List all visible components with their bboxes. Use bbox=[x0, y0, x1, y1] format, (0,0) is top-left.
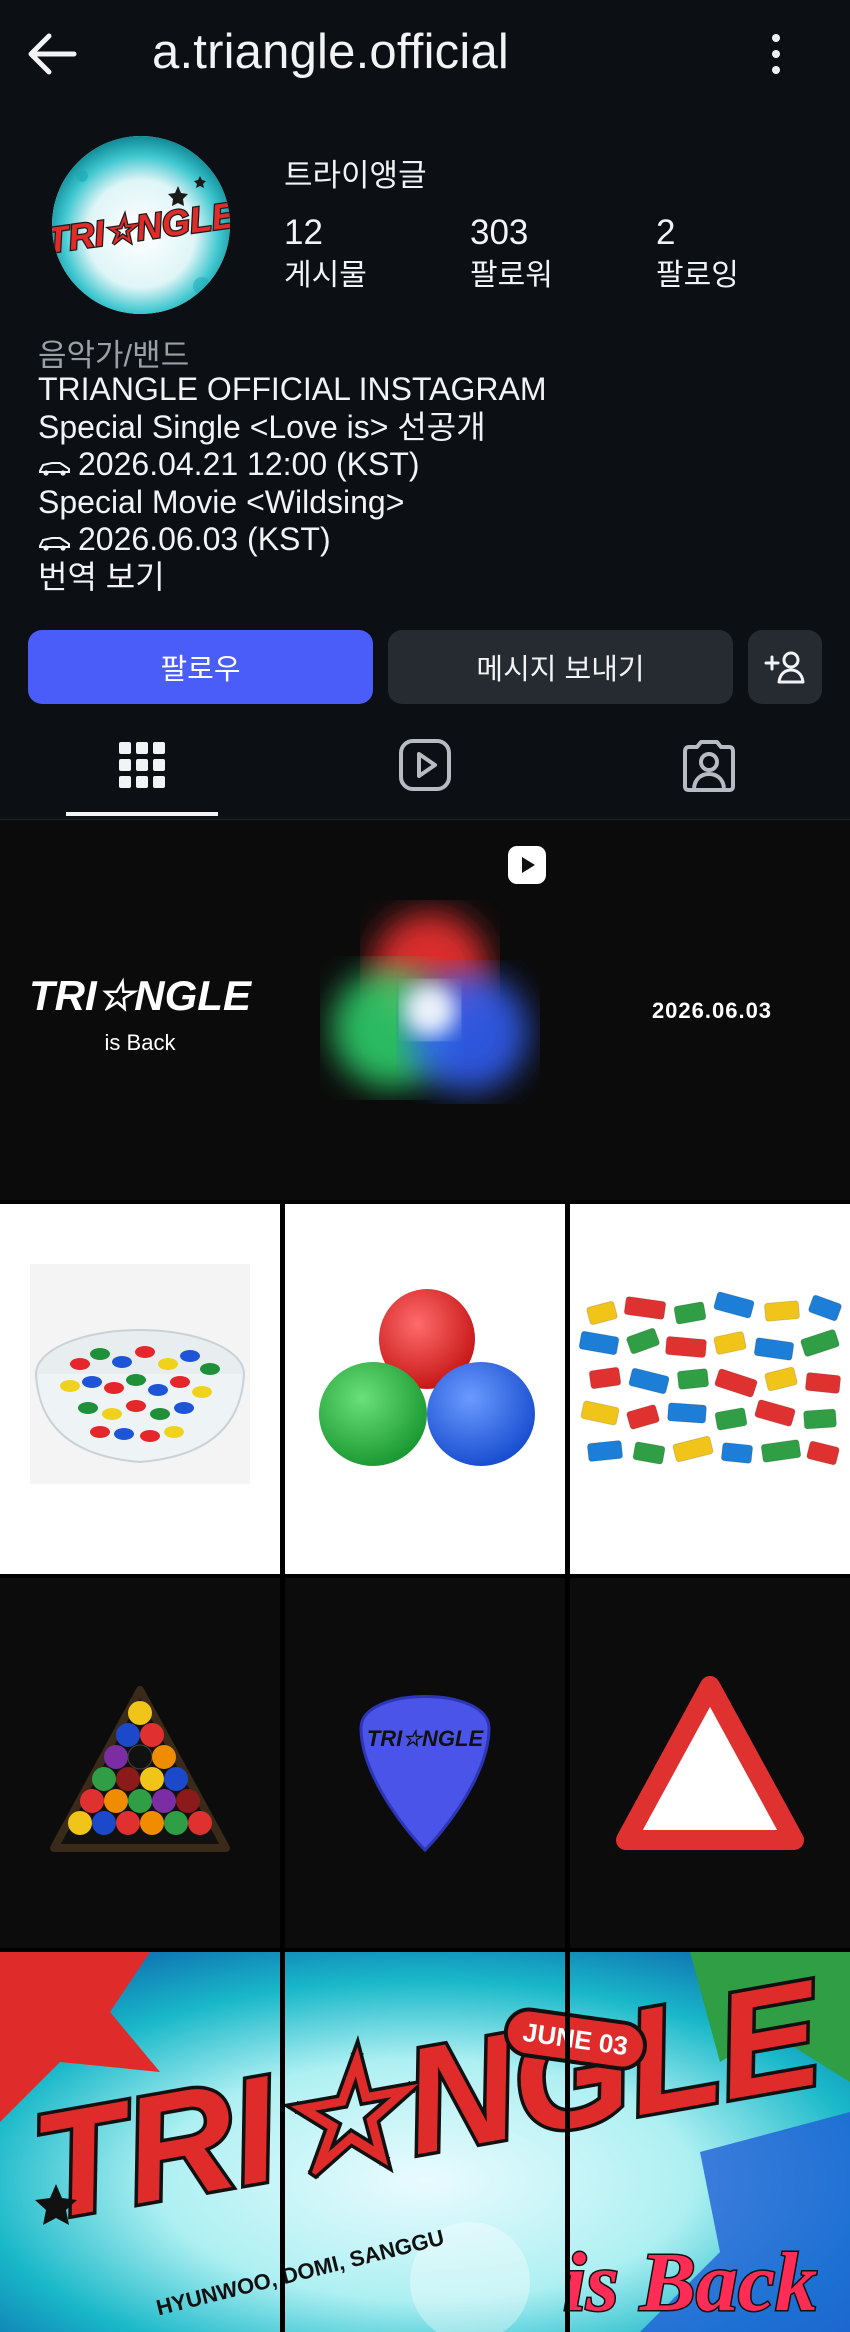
grid-gutter bbox=[280, 1204, 285, 2332]
jellybean-bowl-image bbox=[30, 1264, 250, 1484]
bio-date-2: 2026.06.03 (KST) bbox=[78, 521, 331, 557]
translate-link[interactable]: 번역 보기 bbox=[38, 559, 547, 597]
tagged-person-icon bbox=[683, 740, 735, 792]
bio-line-with-car: 2026.06.03 (KST) bbox=[38, 521, 547, 559]
post-tile-jellybeans[interactable] bbox=[0, 1204, 280, 1574]
following-count: 2 bbox=[656, 213, 676, 252]
back-button[interactable] bbox=[22, 26, 82, 82]
posts-count-label: 게시물 bbox=[284, 259, 367, 292]
row1-logo-text: TRI☆NGLE bbox=[29, 972, 253, 1019]
followers-count-label: 팔로워 bbox=[470, 259, 553, 292]
grid-gutter bbox=[565, 1204, 570, 2332]
row1-artwork: TRI☆NGLE is Back 2026.06.03 bbox=[29, 912, 772, 1092]
rgb-balloons-image bbox=[319, 1289, 535, 1466]
car-icon bbox=[39, 461, 70, 476]
tab-tagged[interactable] bbox=[674, 730, 744, 800]
arrow-left-icon bbox=[28, 33, 77, 75]
bio-date-1: 2026.04.21 12:00 (KST) bbox=[78, 446, 420, 482]
profile-display-name: 트라이앵글 bbox=[284, 158, 427, 193]
post-tile-banner[interactable]: TRI☆NGLE JUNE 03 is Back HYUNWOO, DOMI, … bbox=[0, 1952, 850, 2332]
row1-logo-sub: is Back bbox=[105, 1030, 177, 1055]
post-tile-blocks[interactable] bbox=[570, 1204, 850, 1574]
guitar-pick-image: TRI☆NGLE bbox=[359, 1695, 491, 1853]
following-count-stat[interactable]: 2 팔로잉 bbox=[656, 212, 739, 296]
car-icon bbox=[39, 536, 70, 551]
post-tile-warning-triangle[interactable] bbox=[570, 1578, 850, 1948]
add-person-icon bbox=[764, 651, 805, 684]
warning-triangle-image bbox=[616, 1676, 804, 1850]
followers-count: 303 bbox=[470, 213, 529, 252]
profile-category: 음악가/밴드 bbox=[38, 338, 190, 373]
avatar-logo: TRI☆NGLE bbox=[52, 136, 230, 314]
message-button[interactable]: 메시지 보내기 bbox=[388, 630, 733, 704]
bio-line-with-car: 2026.04.21 12:00 (KST) bbox=[38, 446, 547, 484]
pick-logo-text: TRI☆NGLE bbox=[367, 1726, 485, 1751]
profile-username: a.triangle.official bbox=[152, 25, 509, 79]
bio-line: Special Movie <Wildsing> bbox=[38, 483, 405, 520]
post-tile-guitar-pick[interactable]: TRI☆NGLE bbox=[285, 1578, 565, 1948]
billiard-balls-image bbox=[50, 1686, 230, 1852]
follow-button[interactable]: 팔로우 bbox=[28, 630, 373, 704]
more-options-button[interactable] bbox=[752, 28, 800, 80]
bio-line: TRIANGLE OFFICIAL INSTAGRAM bbox=[38, 371, 547, 407]
suggest-people-button[interactable] bbox=[748, 630, 822, 704]
bio-line: Special Single <Love is> 선공개 bbox=[38, 408, 486, 445]
reel-play-icon bbox=[508, 846, 546, 884]
grid-icon bbox=[119, 742, 165, 788]
active-tab-indicator bbox=[66, 812, 218, 816]
tri-angle-is-back-banner: TRI☆NGLE JUNE 03 is Back HYUNWOO, DOMI, … bbox=[0, 1952, 850, 2332]
posts-count: 12 bbox=[284, 213, 323, 252]
following-count-label: 팔로잉 bbox=[656, 259, 739, 292]
post-tile-billiards[interactable] bbox=[0, 1578, 280, 1948]
profile-tabs bbox=[0, 720, 850, 820]
tab-posts[interactable] bbox=[107, 730, 177, 800]
more-vertical-icon bbox=[772, 34, 780, 74]
row1-date-text: 2026.06.03 bbox=[652, 998, 772, 1023]
profile-bio: TRIANGLE OFFICIAL INSTAGRAM Special Sing… bbox=[38, 371, 547, 596]
tab-reels[interactable] bbox=[390, 730, 460, 800]
top-bar: a.triangle.official bbox=[0, 0, 850, 110]
profile-avatar[interactable]: TRI☆NGLE bbox=[52, 136, 230, 314]
post-tile-balloons[interactable] bbox=[285, 1204, 565, 1574]
post-tile-row1[interactable]: TRI☆NGLE is Back 2026.06.03 bbox=[0, 820, 850, 1200]
toy-blocks-image bbox=[578, 1291, 842, 1466]
reels-icon bbox=[399, 739, 451, 791]
followers-count-stat[interactable]: 303 팔로워 bbox=[470, 212, 553, 296]
posts-count-stat[interactable]: 12 게시물 bbox=[284, 212, 367, 296]
posts-grid: TRI☆NGLE is Back 2026.06.03 TRI☆NGLE TRI… bbox=[0, 820, 850, 2332]
banner-subtitle: is Back bbox=[563, 2236, 817, 2329]
